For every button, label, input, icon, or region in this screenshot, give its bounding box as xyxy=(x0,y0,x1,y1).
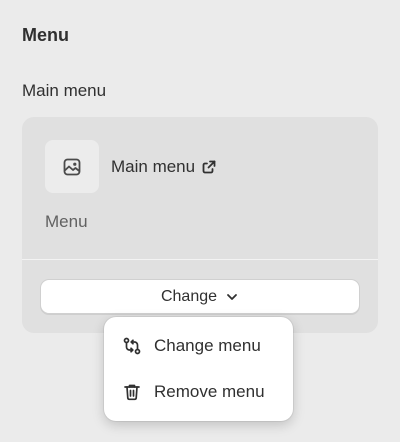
card-divider xyxy=(22,259,378,260)
external-link-icon xyxy=(201,159,217,175)
popover-item-label: Change menu xyxy=(154,336,261,355)
popover-item-change-menu[interactable]: Change menu xyxy=(104,323,293,369)
section-title: Menu xyxy=(22,25,69,45)
field-label: Main menu xyxy=(22,81,107,100)
menu-name-text: Main menu xyxy=(111,157,196,176)
swap-icon xyxy=(122,336,142,356)
change-button[interactable]: Change xyxy=(40,279,360,314)
popover-item-label: Remove menu xyxy=(154,382,265,401)
menu-name-link[interactable]: Main menu xyxy=(111,157,217,177)
change-menu-popover: Change menu Remove menu xyxy=(104,317,293,421)
menu-thumbnail xyxy=(45,140,99,193)
chevron-down-icon xyxy=(225,290,239,304)
menu-picker-card: Main menu Menu Change xyxy=(22,117,378,333)
change-button-label: Change xyxy=(160,287,218,305)
trash-icon xyxy=(122,382,142,402)
popover-item-remove-menu[interactable]: Remove menu xyxy=(104,369,293,415)
menu-type-label: Menu xyxy=(45,212,88,231)
image-icon xyxy=(62,157,82,177)
